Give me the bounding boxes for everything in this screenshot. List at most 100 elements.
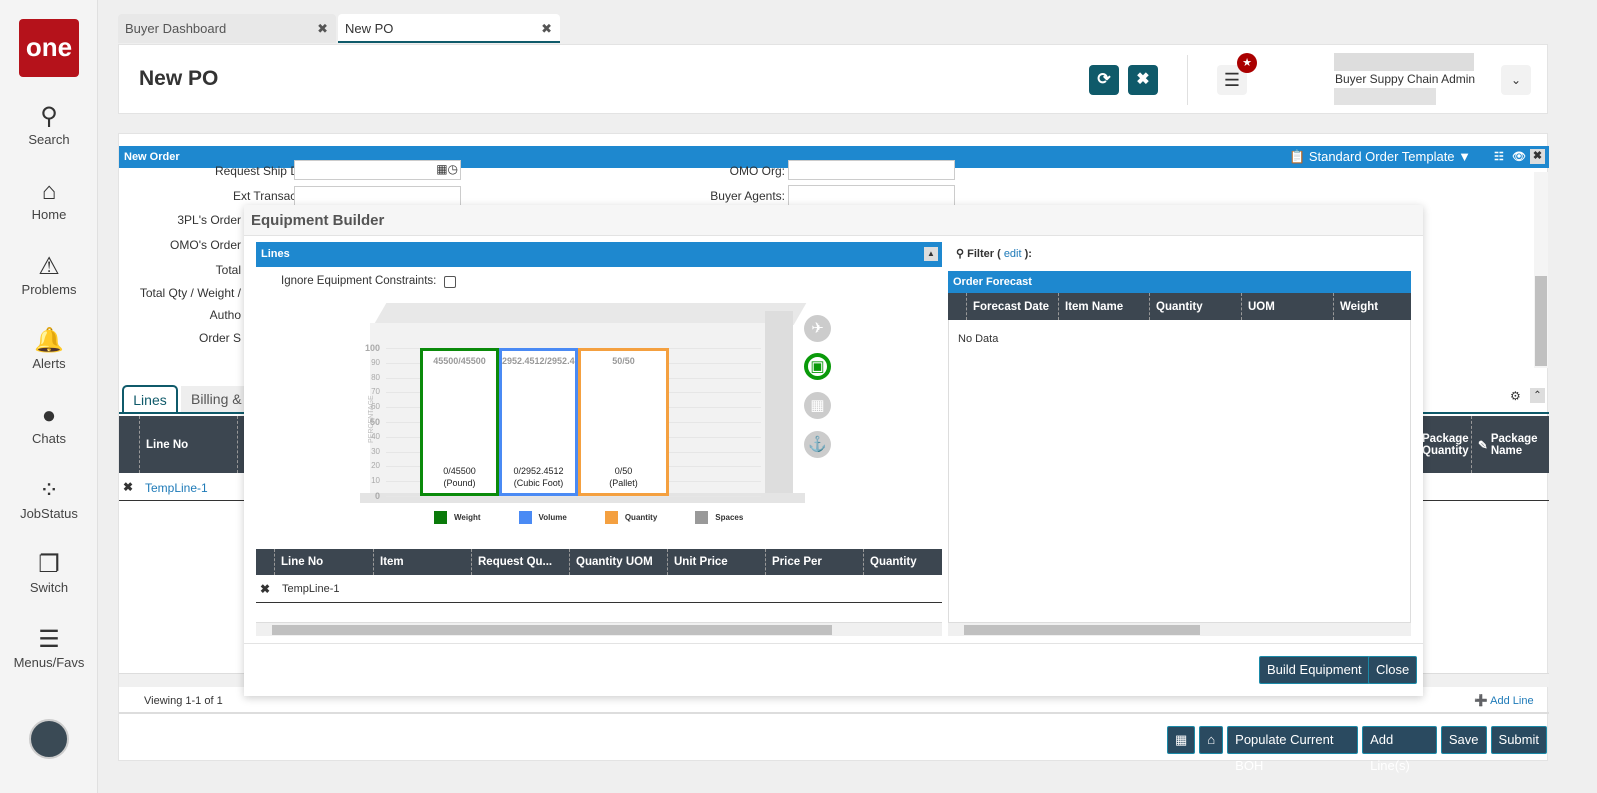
col-quantity-uom[interactable]: Quantity UOM bbox=[569, 549, 667, 575]
tab-lines[interactable]: Lines bbox=[122, 385, 178, 413]
col-line-no[interactable]: Line No bbox=[274, 549, 374, 575]
train-icon[interactable]: ▦ bbox=[804, 392, 831, 419]
ignore-constraints-checkbox[interactable] bbox=[444, 276, 456, 288]
close-icon: ✖ bbox=[1136, 71, 1150, 88]
tab-buyer-dashboard[interactable]: Buyer Dashboard ✖ bbox=[118, 14, 336, 43]
page-title: New PO bbox=[139, 67, 219, 90]
col-unit-price[interactable]: Unit Price bbox=[667, 549, 765, 575]
menu-icon: ☰ bbox=[1223, 70, 1241, 90]
y-tick-label: 30 bbox=[371, 446, 380, 456]
delete-row-icon[interactable]: ✖ bbox=[260, 582, 270, 596]
avatar[interactable] bbox=[29, 719, 69, 759]
sidebar-item-jobstatus[interactable]: ⁘ JobStatus bbox=[0, 476, 98, 521]
col-quantity[interactable]: Quantity bbox=[1149, 293, 1241, 320]
ship-icon[interactable]: ⚓ bbox=[804, 431, 831, 458]
y-tick-label: 60 bbox=[371, 402, 380, 412]
line-table-scrollbar[interactable] bbox=[256, 622, 942, 636]
y-tick-label: 50 bbox=[369, 417, 380, 427]
chat-icon: ● bbox=[41, 402, 57, 429]
spinner-icon: ⁘ bbox=[38, 477, 60, 504]
sidebar-item-switch[interactable]: ❐ Switch bbox=[0, 550, 98, 595]
truck-icon[interactable]: ▣ bbox=[804, 353, 831, 380]
close-dialog-button[interactable]: Close bbox=[1368, 656, 1418, 684]
col-weight[interactable]: Weight bbox=[1333, 293, 1411, 320]
request-ship-date-input[interactable]: ▦◷ bbox=[294, 160, 461, 180]
col-package-name[interactable]: ✎ Package Name bbox=[1471, 416, 1549, 473]
close-icon[interactable]: ✖ bbox=[1530, 149, 1545, 164]
sidebar-item-menus[interactable]: ☰ Menus/Favs bbox=[0, 625, 98, 670]
filter-label: ⚲ Filter ( edit ): bbox=[956, 248, 1032, 260]
populate-boh-button[interactable]: Populate Current BOH bbox=[1227, 726, 1359, 773]
label-omo-order: OMO's Order bbox=[170, 238, 241, 252]
dialog-title: Equipment Builder bbox=[251, 212, 385, 229]
col-uom[interactable]: UOM bbox=[1241, 293, 1333, 320]
col-line-no[interactable]: Line No bbox=[139, 416, 237, 473]
y-tick-label: 0 bbox=[374, 491, 380, 501]
col-price-per[interactable]: Price Per bbox=[765, 549, 863, 575]
line-no-link[interactable]: TempLine-1 bbox=[145, 481, 208, 495]
eye-icon[interactable]: 👁 bbox=[1512, 146, 1526, 168]
viewing-count: Viewing 1-1 of 1 bbox=[144, 695, 223, 707]
refresh-button[interactable]: ⟳ bbox=[1089, 65, 1119, 95]
label-request-ship-date: Request Ship Date: bbox=[214, 164, 319, 178]
settings-icon[interactable]: ⚙ bbox=[1510, 389, 1521, 403]
search-icon: ⚲ bbox=[40, 103, 58, 130]
warehouse-button[interactable]: ⌂ bbox=[1199, 726, 1224, 754]
sidebar-item-search[interactable]: ⚲ Search bbox=[0, 102, 98, 147]
user-role: Buyer Suppy Chain Admin bbox=[1335, 72, 1476, 86]
close-button[interactable]: ✖ bbox=[1128, 65, 1158, 95]
gridline bbox=[386, 496, 761, 497]
col-forecast-date[interactable]: Forecast Date bbox=[966, 293, 1058, 320]
submit-button[interactable]: Submit bbox=[1490, 726, 1547, 754]
favorite-star-icon[interactable]: ★ bbox=[1237, 53, 1257, 73]
ignore-constraints-label: Ignore Equipment Constraints: bbox=[281, 275, 437, 287]
bar-usage: 0/2952.4512 bbox=[513, 466, 564, 476]
tab-billing[interactable]: Billing & bbox=[181, 386, 251, 412]
col-request-qty[interactable]: Request Qu... bbox=[471, 549, 569, 575]
sidebar-item-chats[interactable]: ● Chats bbox=[0, 401, 98, 446]
equipment-builder-dialog: Equipment Builder Lines ▲ Ignore Equipme… bbox=[244, 205, 1423, 696]
lines-bar: Lines ▲ bbox=[256, 242, 942, 267]
bar-value-label: 0/2952.4512 (Cubic Foot) bbox=[502, 465, 575, 489]
build-equipment-button[interactable]: Build Equipment bbox=[1259, 656, 1370, 684]
template-select[interactable]: 📋 Standard Order Template ▼ bbox=[1289, 146, 1471, 168]
refresh-icon: ⟳ bbox=[1097, 71, 1111, 88]
bar-capacity-label: 2952.4512/2952.4512 bbox=[502, 356, 575, 366]
collapse-icon[interactable]: ▲ bbox=[924, 247, 938, 261]
tree-icon[interactable]: ☷ bbox=[1494, 146, 1504, 168]
collapse-icon[interactable]: ⌃ bbox=[1530, 388, 1545, 403]
label-total: Total bbox=[215, 263, 241, 277]
footer-toolbar: ▦ ⌂ Populate Current BOH Add Line(s) Sav… bbox=[1167, 726, 1547, 773]
add-line-link[interactable]: ➕ Add Line bbox=[1474, 694, 1534, 707]
form-scrollbar[interactable] bbox=[1534, 172, 1548, 368]
omo-org-input[interactable] bbox=[788, 160, 955, 180]
calculator-button[interactable]: ▦ bbox=[1167, 726, 1196, 754]
delete-row-icon[interactable]: ✖ bbox=[123, 480, 133, 494]
chart-legend: Weight Volume Quantity Spaces bbox=[434, 511, 743, 524]
table-row: ✖ TempLine-1 bbox=[256, 575, 942, 603]
col-package-quantity[interactable]: Package Quantity bbox=[1419, 416, 1471, 473]
calendar-icon[interactable]: ▦◷ bbox=[436, 162, 458, 176]
add-lines-button[interactable]: Add Line(s) bbox=[1362, 726, 1437, 773]
close-tab-icon[interactable]: ✖ bbox=[541, 14, 552, 43]
bar-volume: 2952.4512/2952.4512 0/2952.4512 (Cubic Fo… bbox=[499, 348, 578, 496]
divider bbox=[119, 712, 1549, 714]
save-button[interactable]: Save bbox=[1440, 726, 1487, 754]
close-tab-icon[interactable]: ✖ bbox=[317, 14, 328, 43]
forecast-scrollbar[interactable] bbox=[948, 622, 1411, 636]
sidebar: one ⚲ Search ⌂ Home ⚠ Problems 🔔 Alerts ● Cha… bbox=[0, 0, 98, 793]
col-quantity[interactable]: Quantity bbox=[863, 549, 942, 575]
col-item-name[interactable]: Item Name bbox=[1058, 293, 1149, 320]
tab-new-po[interactable]: New PO ✖ bbox=[338, 14, 560, 43]
filter-edit-link[interactable]: edit bbox=[1004, 248, 1022, 260]
buyer-agents-input[interactable] bbox=[788, 185, 955, 207]
bar-unit: (Cubic Foot) bbox=[513, 478, 564, 488]
y-tick-label: 100 bbox=[364, 343, 380, 353]
col-item[interactable]: Item bbox=[373, 549, 471, 575]
y-tick-label: 70 bbox=[371, 387, 380, 397]
legend-weight: Weight bbox=[434, 511, 481, 524]
legend-quantity: Quantity bbox=[604, 511, 657, 524]
label-omo-org: OMO Org: bbox=[729, 164, 785, 178]
user-menu-chevron-icon[interactable]: ⌄ bbox=[1501, 65, 1531, 95]
plane-icon[interactable]: ✈ bbox=[804, 315, 831, 342]
